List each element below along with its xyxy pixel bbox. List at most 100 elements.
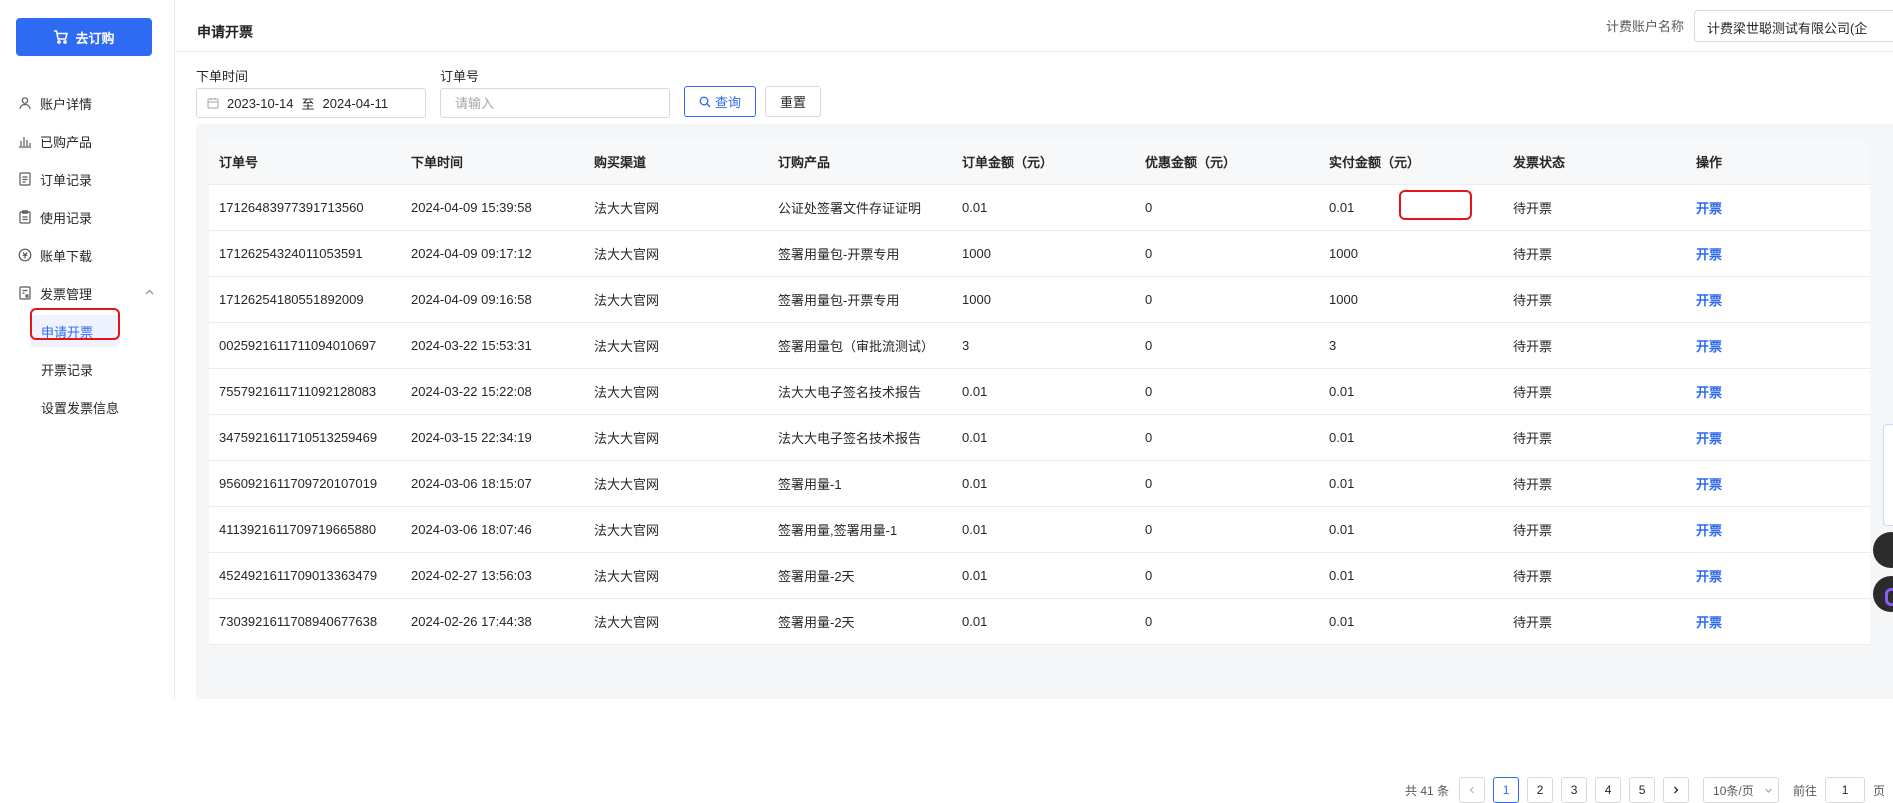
order-number-cell: 17126254180551892009 [209, 276, 401, 323]
order-amount-cell: 0.01 [952, 460, 1135, 507]
order-number-input[interactable] [440, 88, 670, 118]
order-time-label: 下单时间 [196, 69, 249, 84]
jump-page-input[interactable] [1825, 777, 1866, 803]
go-order-button[interactable]: 去订购 [16, 18, 152, 56]
table-row: 00259216117110940106​97 2024-03-22 15:53:… [209, 322, 1870, 369]
page-size-select[interactable]: 10条/页 [1703, 777, 1780, 803]
sidebar-item-order-records[interactable]: 订单记录 [0, 160, 175, 198]
sidebar-subitem-invoice-records[interactable]: 开票记录 [0, 350, 175, 388]
column-header: 操作 [1686, 139, 1870, 185]
product-cell: 签署用量,签署用量-1 [768, 506, 952, 553]
document-icon [19, 172, 31, 186]
query-button[interactable]: 查询 [684, 86, 756, 117]
column-header: 购买渠道 [584, 139, 768, 185]
sidebar-subitem-apply-invoice[interactable]: 申请开票 [0, 312, 175, 350]
invoice-status-cell: 待开票 [1503, 276, 1686, 323]
go-order-label: 去订购 [75, 30, 115, 46]
order-number-cell: 95609216117097201070​19 [209, 460, 401, 507]
date-range-picker[interactable]: 2023-10-14 至 2024-04-11 [196, 88, 426, 118]
paid-amount-cell: 0.01 [1319, 598, 1503, 645]
prev-page-button[interactable] [1459, 777, 1486, 803]
sidebar-item-usage-records[interactable]: 使用记录 [0, 198, 175, 236]
paid-amount-cell: 0.01 [1319, 506, 1503, 553]
next-page-button[interactable] [1663, 777, 1690, 803]
table-row: 17126254324011053591 2024-04-09 09:17:12 法… [209, 230, 1870, 277]
order-amount-cell: 0.01 [952, 598, 1135, 645]
user-icon [19, 97, 31, 110]
invoice-action-link[interactable]: 开票 [1686, 552, 1870, 599]
invoice-action-link[interactable]: 开票 [1686, 460, 1870, 507]
invoice-action-link[interactable]: 开票 [1686, 322, 1870, 369]
sidebar-item-label: 已购产品 [40, 134, 93, 150]
chevron-up-icon[interactable] [144, 287, 155, 298]
order-time-cell: 2024-03-22 15:53:31 [401, 322, 584, 369]
channel-cell: 法大大官网 [584, 322, 768, 369]
order-amount-cell: 0.01 [952, 184, 1135, 231]
invoice-status-cell: 待开票 [1503, 506, 1686, 553]
invoice-action-link[interactable]: 开票 [1686, 184, 1870, 231]
table-row: 41139216117097196658​80 2024-03-06 18:07:… [209, 506, 1870, 553]
channel-cell: 法大大官网 [584, 276, 768, 323]
order-amount-cell: 0.01 [952, 506, 1135, 553]
sidebar-item-bill-download[interactable]: 账单下载 [0, 236, 175, 274]
channel-cell: 法大大官网 [584, 460, 768, 507]
chevron-right-icon [1674, 786, 1679, 794]
page-2-button[interactable]: 2 [1527, 777, 1554, 803]
table-row: 17126483977391713560 2024-04-09 15:39:58 法… [209, 184, 1870, 231]
order-time-cell: 2024-03-06 18:07:46 [401, 506, 584, 553]
orders-table: 订单号 下单时间 购买渠道 订购产品 订单金额（元） 优惠金额（元） 实付金额（… [209, 139, 1870, 645]
order-time-cell: 2024-02-26 17:44:38 [401, 598, 584, 645]
sidebar-nav: 账户详情 已购产品 订单记录 使用记录 账单下载 发票管理 申请开票 开票记录 [0, 84, 175, 426]
channel-cell: 法大大官网 [584, 368, 768, 415]
date-separator: 至 [301, 96, 315, 112]
invoice-status-cell: 待开票 [1503, 184, 1686, 231]
billing-account-select[interactable]: 计费梁世聪测试有限公司(企 [1694, 10, 1893, 42]
discount-cell: 0 [1135, 552, 1319, 599]
page-3-button[interactable]: 3 [1561, 777, 1588, 803]
invoice-action-link[interactable]: 开票 [1686, 230, 1870, 277]
channel-cell: 法大大官网 [584, 414, 768, 461]
date-start: 2023-10-14 [227, 95, 294, 111]
page-size-value: 10条/页 [1713, 783, 1754, 798]
product-cell: 法大大电子签名技术报告 [768, 414, 952, 461]
order-number-cell: 45249216117090133634​79 [209, 552, 401, 599]
discount-cell: 0 [1135, 230, 1319, 277]
invoice-action-link[interactable]: 开票 [1686, 276, 1870, 323]
order-number-cell: 41139216117097196658​80 [209, 506, 401, 553]
sidebar-item-label: 发票管理 [40, 286, 93, 302]
page-4-button[interactable]: 4 [1595, 777, 1622, 803]
invoice-action-link[interactable]: 开票 [1686, 506, 1870, 553]
sidebar-subitem-invoice-settings[interactable]: 设置发票信息 [0, 388, 175, 426]
reset-button[interactable]: 重置 [765, 86, 821, 117]
channel-cell: 法大大官网 [584, 184, 768, 231]
channel-cell: 法大大官网 [584, 598, 768, 645]
sidebar-item-purchased-products[interactable]: 已购产品 [0, 122, 175, 160]
page-1-button[interactable]: 1 [1493, 777, 1520, 803]
table-row: 73039216117089406776​38 2024-02-26 17:44:… [209, 598, 1870, 645]
product-cell: 签署用量-2天 [768, 598, 952, 645]
paid-amount-cell: 0.01 [1319, 414, 1503, 461]
bar-chart-icon [19, 137, 31, 148]
discount-cell: 0 [1135, 598, 1319, 645]
order-amount-cell: 1000 [952, 276, 1135, 323]
invoice-action-link[interactable]: 开票 [1686, 368, 1870, 415]
sidebar-item-invoice-management[interactable]: 发票管理 [0, 274, 175, 312]
table-row: 34759216117105132594​69 2024-03-15 22:34:… [209, 414, 1870, 461]
sidebar-item-account-details[interactable]: 账户详情 [0, 84, 175, 122]
sidebar-item-label: 订单记录 [40, 172, 93, 188]
page-5-button[interactable]: 5 [1629, 777, 1656, 803]
discount-cell: 0 [1135, 506, 1319, 553]
discount-cell: 0 [1135, 184, 1319, 231]
sidebar-subitem-label: 设置发票信息 [41, 400, 120, 416]
feedback-side-tab[interactable] [1883, 424, 1893, 526]
table-row: 95609216117097201070​19 2024-03-06 18:15:… [209, 460, 1870, 507]
order-number-cell: 17126483977391713560 [209, 184, 401, 231]
invoice-action-link[interactable]: 开票 [1686, 414, 1870, 461]
chevron-left-icon [1469, 786, 1474, 794]
table-row: 17126254180551892009 2024-04-09 09:16:58 法… [209, 276, 1870, 323]
order-amount-cell: 3 [952, 322, 1135, 369]
paid-amount-cell: 0.01 [1319, 460, 1503, 507]
invoice-status-cell: 待开票 [1503, 322, 1686, 369]
invoice-action-link[interactable]: 开票 [1686, 598, 1870, 645]
sidebar-subitem-label: 开票记录 [41, 362, 94, 378]
